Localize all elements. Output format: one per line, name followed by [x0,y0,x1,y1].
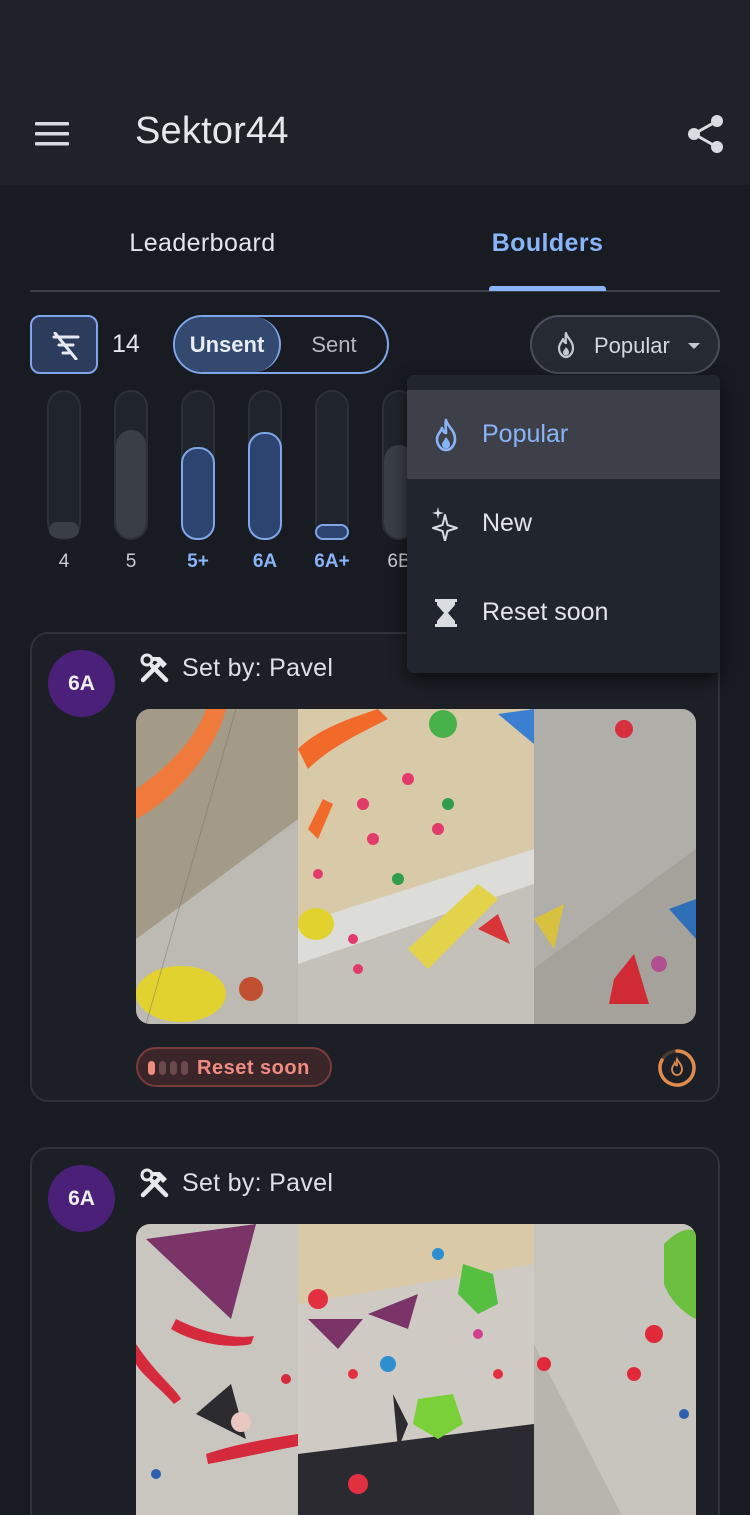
hammer-wrench-icon [140,653,169,683]
app-bar: Sektor44 [0,0,750,185]
grade-bar-fill [116,430,146,538]
reset-soon-label: Reset soon [197,1057,310,1079]
boulder-count: 14 [112,330,140,358]
grade-label: 4 [58,551,70,572]
grade-label: 6A+ [314,551,350,572]
grade-bar-fill [248,432,282,540]
tab-bar: Leaderboard Boulders [30,196,720,292]
flame-icon [557,331,575,359]
setter-name: Set by: Pavel [182,1169,334,1197]
grade-filter-bar[interactable] [114,390,148,540]
tab-active-indicator [489,286,606,291]
sort-option-popular[interactable]: Popular [407,390,720,479]
grade-filter-bar[interactable] [248,390,282,540]
share-icon[interactable] [684,112,728,156]
sort-option-new[interactable]: New [407,479,720,568]
grade-filter-bar[interactable] [181,390,215,540]
sort-dropdown-button[interactable]: Popular [530,315,720,374]
boulder-photos[interactable] [136,709,696,1024]
filter-off-icon [52,332,80,360]
sort-option-label: Reset soon [482,598,609,626]
filter-toggle-button[interactable] [30,315,98,374]
sort-label: Popular [594,333,670,358]
reset-soon-chip: Reset soon [136,1047,332,1087]
hammer-wrench-icon [140,1168,169,1198]
boulder-photo [136,709,298,1024]
grade-bar-fill [315,524,349,540]
app-title: Sektor44 [135,110,289,152]
grade-label: 6A [252,551,278,572]
flame-icon [435,418,457,452]
grade-filter-bar[interactable] [47,390,81,540]
grade-filter-bar[interactable] [315,390,349,540]
setter-name: Set by: Pavel [182,654,334,682]
boulder-photo [534,709,696,1024]
popularity-icon [658,1049,696,1087]
chevron-down-icon [688,343,700,349]
hourglass-icon [435,599,457,627]
boulder-photo [298,709,534,1024]
grade-label: 5+ [187,551,209,572]
sparkle-icon [432,507,458,541]
sort-option-label: New [482,509,533,537]
grade-badge: 6A [48,1165,115,1232]
sort-menu: Popular New Reset soon [407,375,720,673]
reset-progress-indicator [148,1061,188,1075]
menu-icon[interactable] [30,114,74,154]
segment-sent[interactable]: Sent [281,317,387,372]
segment-unsent[interactable]: Unsent [175,317,281,372]
boulder-photos[interactable] [136,1224,696,1515]
grade-bar-fill [49,522,79,538]
boulder-card[interactable]: 6A Set by: Pavel [30,632,720,1102]
sort-option-reset-soon[interactable]: Reset soon [407,568,720,657]
boulder-photo [298,1224,534,1515]
tab-leaderboard[interactable]: Leaderboard [30,196,375,290]
grade-label: 5 [125,551,137,572]
boulder-card[interactable]: 6A Set by: Pavel [30,1147,720,1515]
sort-option-label: Popular [482,420,569,448]
sent-status-toggle: Unsent Sent [173,315,389,374]
boulder-photo [534,1224,696,1515]
tab-boulders[interactable]: Boulders [375,196,720,290]
grade-badge: 6A [48,650,115,717]
boulder-photo [136,1224,298,1515]
grade-bar-fill [181,447,215,540]
